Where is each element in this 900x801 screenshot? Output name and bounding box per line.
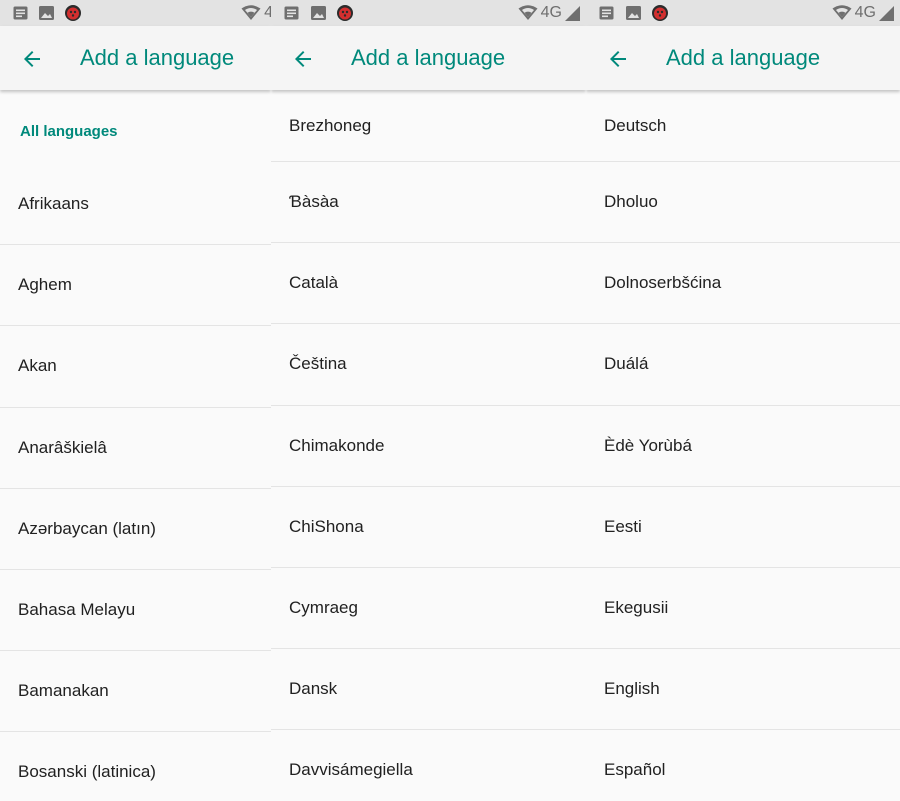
language-item[interactable]: Anarâškielâ xyxy=(0,408,271,489)
notes-icon xyxy=(284,6,299,20)
language-item[interactable]: Ekegusii xyxy=(586,568,900,650)
language-list: All languages Afrikaans Aghem Akan Anarâ… xyxy=(0,90,271,801)
app-bar: Add a language xyxy=(586,26,900,90)
status-bar: 4G xyxy=(586,0,900,26)
section-header: All languages xyxy=(0,90,271,164)
language-item[interactable]: Deutsch xyxy=(586,90,900,162)
status-right: 4G xyxy=(832,3,894,23)
screen-3: 4G Add a language Deutsch Dholuo Dolnose… xyxy=(586,0,900,801)
language-item[interactable]: Èdè Yorùbá xyxy=(586,406,900,487)
status-right: 4G xyxy=(518,3,580,23)
wifi-icon xyxy=(832,5,852,20)
status-right: 4 xyxy=(241,3,271,23)
network-type-label: 4 xyxy=(264,4,271,21)
signal-icon xyxy=(879,5,894,21)
language-item[interactable]: Duálá xyxy=(586,324,900,406)
page-title: Add a language xyxy=(666,45,821,70)
language-list: Brezhoneg Ɓàsàa Català Čeština Chimakond… xyxy=(271,90,586,801)
bug-icon xyxy=(652,5,668,21)
language-item[interactable]: Azərbaycan (latın) xyxy=(0,489,271,570)
language-item[interactable]: Català xyxy=(271,243,586,325)
language-item[interactable]: Chimakonde xyxy=(271,406,586,487)
image-icon xyxy=(39,6,54,20)
language-item[interactable]: Bosanski (latinica) xyxy=(0,732,271,801)
status-bar: 4G xyxy=(271,0,586,26)
page-title: Add a language xyxy=(80,45,235,70)
language-item[interactable]: ChiShona xyxy=(271,487,586,568)
bug-icon xyxy=(337,5,353,21)
app-bar: Add a language xyxy=(0,26,271,90)
network-type-label: 4G xyxy=(540,4,562,21)
language-item[interactable]: Akan xyxy=(0,326,271,408)
back-arrow-icon[interactable] xyxy=(291,47,315,71)
language-item[interactable]: Dansk xyxy=(271,649,586,731)
status-bar: 4 xyxy=(0,0,271,26)
language-item[interactable]: Español xyxy=(586,730,900,801)
wifi-icon xyxy=(241,5,261,20)
language-item[interactable]: Cymraeg xyxy=(271,568,586,650)
image-icon xyxy=(311,6,326,20)
language-item[interactable]: Brezhoneg xyxy=(271,90,586,162)
language-item[interactable]: Ɓàsàa xyxy=(271,162,586,244)
signal-icon xyxy=(565,5,580,21)
language-item[interactable]: Dholuo xyxy=(586,162,900,244)
notes-icon xyxy=(599,6,614,20)
language-item[interactable]: Davvisámegiella xyxy=(271,730,586,801)
wifi-icon xyxy=(518,5,538,20)
network-type-label: 4G xyxy=(854,4,876,21)
screen-2: 4G Add a language Brezhoneg Ɓàsàa Català… xyxy=(271,0,586,801)
language-item[interactable]: Afrikaans xyxy=(0,164,271,246)
language-item[interactable]: Bahasa Melayu xyxy=(0,570,271,652)
language-item[interactable]: Dolnoserbšćina xyxy=(586,243,900,325)
back-arrow-icon[interactable] xyxy=(20,47,44,71)
app-bar: Add a language xyxy=(271,26,586,90)
language-item[interactable]: Bamanakan xyxy=(0,651,271,733)
notes-icon xyxy=(13,6,28,20)
language-item[interactable]: Eesti xyxy=(586,487,900,568)
screen-1: 4 Add a language All languages Afrikaans… xyxy=(0,0,271,801)
language-item[interactable]: English xyxy=(586,649,900,731)
bug-icon xyxy=(65,5,81,21)
back-arrow-icon[interactable] xyxy=(606,47,630,71)
section-label: All languages xyxy=(20,123,118,140)
language-item[interactable]: Aghem xyxy=(0,245,271,327)
language-list: Deutsch Dholuo Dolnoserbšćina Duálá Èdè … xyxy=(586,90,900,801)
language-item[interactable]: Čeština xyxy=(271,324,586,406)
page-title: Add a language xyxy=(351,45,506,70)
image-icon xyxy=(626,6,641,20)
